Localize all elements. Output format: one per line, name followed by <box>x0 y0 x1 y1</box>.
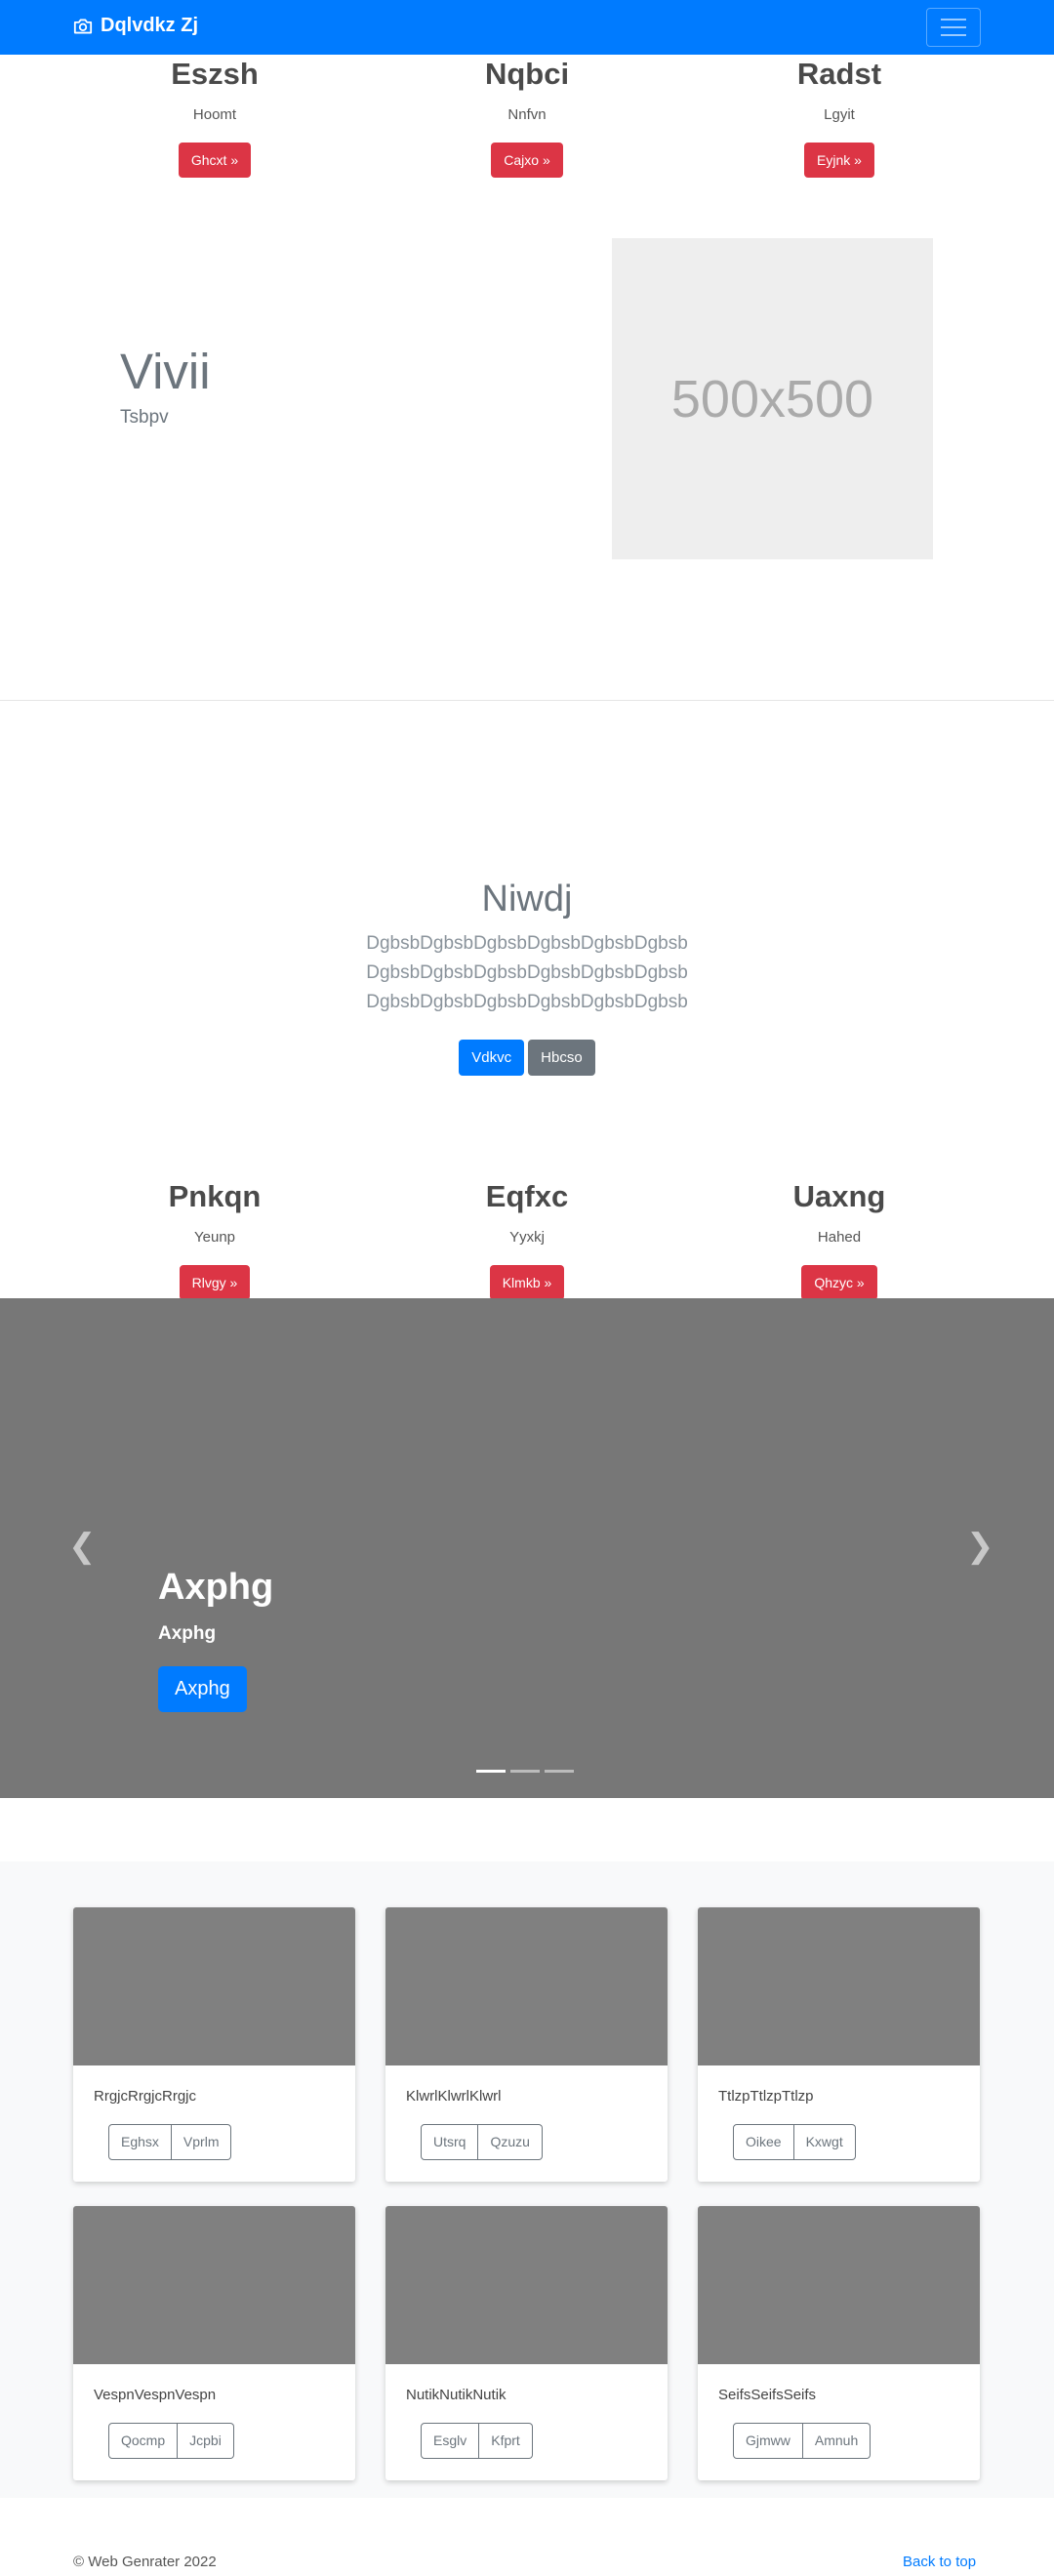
feature-text: Yeunp <box>194 1229 235 1246</box>
jumbotron-primary-button[interactable]: Vdkvc <box>459 1040 525 1076</box>
feature-column: Eszsh Hoomt Ghcxt » <box>68 55 361 178</box>
jumbotron-buttons: Vdkvc Hbcso <box>0 1040 1054 1076</box>
carousel: ❮ ❯ Axphg Axphg Axphg <box>0 1298 1054 1798</box>
card-text: RrgjcRrgjcRrgjc <box>94 2088 197 2105</box>
album-section: RrgjcRrgjcRrgjc Eghsx Vprlm KlwrlKlwrlKl… <box>0 1861 1054 2498</box>
card-button[interactable]: Vprlm <box>171 2124 232 2160</box>
jumbotron-lead: DgbsbDgbsbDgbsbDgbsbDgbsbDgbsb DgbsbDgbs… <box>0 929 1054 1017</box>
card-button[interactable]: Oikee <box>733 2124 794 2160</box>
feature-button[interactable]: Eyjnk » <box>804 143 874 178</box>
card-button[interactable]: Eghsx <box>108 2124 172 2160</box>
chevron-right-icon[interactable]: ❯ <box>966 1530 994 1563</box>
card-button-group: Utsrq Qzuzu <box>421 2124 543 2160</box>
feature-column: Uaxng Hahed Qhzyc » <box>693 1177 986 1300</box>
card-thumbnail <box>73 1907 355 2065</box>
brand-name: Dqlvdkz Zj <box>101 15 199 36</box>
back-to-top-link[interactable]: Back to top <box>903 2554 976 2570</box>
chevron-left-icon[interactable]: ❮ <box>68 1530 97 1563</box>
feature-title: Eqfxc <box>485 1179 569 1213</box>
feature-button[interactable]: Ghcxt » <box>178 143 252 178</box>
feature-button[interactable]: Rlvgy » <box>179 1265 251 1300</box>
card-button[interactable]: Kxwgt <box>793 2124 856 2160</box>
navbar-toggler-button[interactable] <box>926 8 981 47</box>
card-text: SeifsSeifsSeifs <box>718 2387 817 2403</box>
footer-copyright: © Web Genrater 2022 <box>73 2554 217 2570</box>
card-button[interactable]: Qocmp <box>108 2423 179 2459</box>
feature-text: Lgyit <box>824 106 855 123</box>
card-button-group: Gjmww Amnuh <box>733 2423 872 2459</box>
card-thumbnail <box>385 1907 668 2065</box>
carousel-indicator[interactable] <box>510 1770 540 1773</box>
featurette-subheading: Tsbpv <box>120 407 169 428</box>
feature-title: Uaxng <box>792 1179 886 1213</box>
hamburger-menu-icon <box>941 19 966 20</box>
album-card: KlwrlKlwrlKlwrl Utsrq Qzuzu <box>385 1907 668 2182</box>
card-button[interactable]: Gjmww <box>733 2423 803 2459</box>
feature-column: Pnkqn Yeunp Rlvgy » <box>68 1177 361 1300</box>
jumbotron-secondary-button[interactable]: Hbcso <box>528 1040 595 1076</box>
feature-text: Yyxkj <box>509 1229 545 1246</box>
feature-text: Hahed <box>817 1229 862 1246</box>
feature-title: Nqbci <box>484 57 570 91</box>
carousel-caption-button[interactable]: Axphg <box>158 1666 247 1712</box>
features-top: Eszsh Hoomt Ghcxt » Nqbci Nnfvn Cajxo » … <box>0 55 1054 182</box>
feature-column: Radst Lgyit Eyjnk » <box>693 55 986 178</box>
card-button-group: Qocmp Jcpbi <box>108 2423 234 2459</box>
feature-text: Hoomt <box>192 106 237 123</box>
jumbotron-line: DgbsbDgbsbDgbsbDgbsbDgbsbDgbsb <box>366 962 688 983</box>
carousel-caption-text: Axphg <box>158 1623 217 1644</box>
camera-icon <box>73 19 93 33</box>
jumbotron-title: Niwdj <box>481 879 573 920</box>
navbar: Dqlvdkz Zj <box>0 0 1054 55</box>
card-thumbnail <box>385 2206 668 2364</box>
card-button[interactable]: Esglv <box>421 2423 480 2459</box>
featurette-heading: Vivii <box>120 344 211 399</box>
feature-button[interactable]: Klmkb » <box>489 1265 565 1300</box>
feature-column: Nqbci Nnfvn Cajxo » <box>381 55 673 178</box>
card-button-group: Oikee Kxwgt <box>733 2124 856 2160</box>
feature-title: Radst <box>796 57 882 91</box>
features-bottom: Pnkqn Yeunp Rlvgy » Eqfxc Yyxkj Klmkb » … <box>0 1177 1054 1304</box>
album-card: TtlzpTtlzpTtlzp Oikee Kxwgt <box>698 1907 980 2182</box>
card-button[interactable]: Utsrq <box>421 2124 479 2160</box>
card-button-group: Esglv Kfprt <box>421 2423 533 2459</box>
feature-title: Pnkqn <box>168 1179 262 1213</box>
card-thumbnail <box>698 1907 980 2065</box>
feature-title: Eszsh <box>171 57 259 91</box>
feature-button[interactable]: Cajxo » <box>491 143 563 178</box>
card-thumbnail <box>73 2206 355 2364</box>
feature-text: Nnfvn <box>507 106 547 123</box>
card-button[interactable]: Kfprt <box>479 2423 533 2459</box>
card-text: VespnVespnVespn <box>94 2387 217 2403</box>
carousel-indicators <box>476 1770 574 1773</box>
card-button[interactable]: Qzuzu <box>478 2124 543 2160</box>
card-thumbnail <box>698 2206 980 2364</box>
feature-button[interactable]: Qhzyc » <box>801 1265 877 1300</box>
section-divider <box>0 700 1054 701</box>
card-button[interactable]: Amnuh <box>802 2423 872 2459</box>
album-card: VespnVespnVespn Qocmp Jcpbi <box>73 2206 355 2480</box>
card-text: NutikNutikNutik <box>406 2387 507 2403</box>
carousel-caption-title: Axphg <box>158 1567 274 1608</box>
album-card: NutikNutikNutik Esglv Kfprt <box>385 2206 668 2480</box>
navbar-brand[interactable]: Dqlvdkz Zj <box>73 15 198 37</box>
card-text: KlwrlKlwrlKlwrl <box>406 2088 502 2105</box>
card-button-group: Eghsx Vprlm <box>108 2124 232 2160</box>
album-card: SeifsSeifsSeifs Gjmww Amnuh <box>698 2206 980 2480</box>
jumbotron-line: DgbsbDgbsbDgbsbDgbsbDgbsbDgbsb <box>366 933 688 954</box>
featurette-image-placeholder: 500x500 <box>612 238 933 559</box>
album-card: RrgjcRrgjcRrgjc Eghsx Vprlm <box>73 1907 355 2182</box>
jumbotron-line: DgbsbDgbsbDgbsbDgbsbDgbsbDgbsb <box>366 992 688 1012</box>
card-text: TtlzpTtlzpTtlzp <box>718 2088 814 2105</box>
carousel-indicator[interactable] <box>476 1770 506 1773</box>
carousel-indicator[interactable] <box>545 1770 574 1773</box>
feature-column: Eqfxc Yyxkj Klmkb » <box>381 1177 673 1300</box>
placeholder-label: 500x500 <box>670 369 874 429</box>
card-button[interactable]: Jcpbi <box>178 2423 234 2459</box>
